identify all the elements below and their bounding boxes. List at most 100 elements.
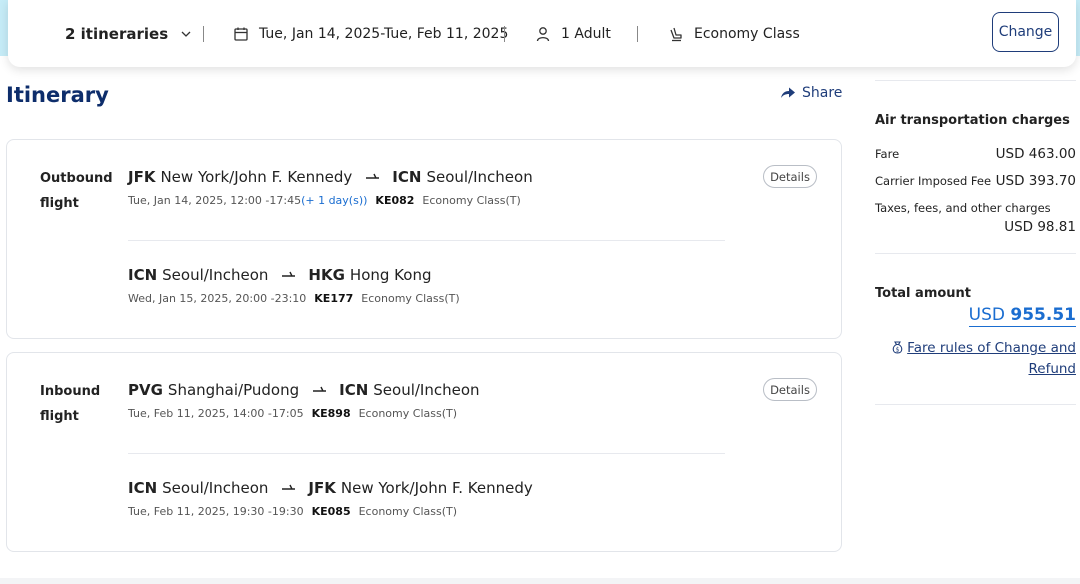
flight-number: KE085 xyxy=(311,505,351,518)
summary-top-divider xyxy=(875,80,1076,81)
search-summary-bar: 2 itineraries Tue, Jan 14, 2025-Tue, Feb… xyxy=(8,0,1076,67)
destination-name: New York/John F. Kennedy xyxy=(340,479,533,497)
destination-code: HKG xyxy=(308,266,345,284)
carrier-fee-value: USD 393.70 xyxy=(995,173,1076,189)
segment-route: ICN Seoul/Incheon JFK New York/John F. K… xyxy=(128,479,728,497)
carrier-fee-row: Carrier Imposed Fee USD 393.70 xyxy=(875,173,1076,189)
change-button[interactable]: Change xyxy=(992,12,1059,52)
inbound-label-line2: flight xyxy=(40,409,79,424)
taxes-row: Taxes, fees, and other charges USD 98.81 xyxy=(875,201,1076,241)
outbound-label-line1: Outbound xyxy=(40,171,113,186)
inbound-details-button[interactable]: Details xyxy=(763,378,817,401)
fare-rules-line2: Refund xyxy=(1028,361,1076,377)
plus-day-note: (+ 1 day(s)) xyxy=(301,194,368,207)
total-currency: USD xyxy=(968,305,1005,325)
origin-code: JFK xyxy=(128,168,156,186)
itineraries-dropdown[interactable]: 2 itineraries xyxy=(65,0,192,67)
segment-divider xyxy=(128,240,725,241)
segment-meta: Tue, Jan 14, 2025, 12:00 -17:45(+ 1 day(… xyxy=(128,194,728,207)
calendar-icon xyxy=(234,27,248,41)
destination-name: Hong Kong xyxy=(349,266,432,284)
carrier-fee-label: Carrier Imposed Fee xyxy=(875,174,992,188)
segment-cabin: Economy Class(T) xyxy=(361,292,460,305)
flight-segment: ICN Seoul/Incheon HKG Hong Kong Wed, Jan… xyxy=(128,266,728,305)
flight-number: KE898 xyxy=(311,407,351,420)
passengers-label: 1 Adult xyxy=(561,25,611,42)
outbound-card: Outbound flight Details JFK New York/Joh… xyxy=(6,139,842,339)
itineraries-label: 2 itineraries xyxy=(65,24,169,43)
inbound-label: Inbound flight xyxy=(40,379,100,429)
segment-route: JFK New York/John F. Kennedy ICN Seoul/I… xyxy=(128,168,728,186)
outbound-label: Outbound flight xyxy=(40,166,113,216)
segment-time: Wed, Jan 15, 2025, 20:00 -23:10 xyxy=(128,292,307,305)
total-amount: USD 955.51 xyxy=(968,305,1076,327)
outbound-details-button[interactable]: Details xyxy=(763,165,817,188)
fare-rules-link[interactable]: $ Fare rules of Change and Refund xyxy=(875,338,1076,380)
segment-time: Tue, Feb 11, 2025, 14:00 -17:05 xyxy=(128,407,304,420)
dates-field[interactable]: Tue, Jan 14, 2025-Tue, Feb 11, 2025 xyxy=(233,0,508,67)
page-title: Itinerary xyxy=(6,83,109,107)
destination-code: ICN xyxy=(392,168,422,186)
dates-label: Tue, Jan 14, 2025-Tue, Feb 11, 2025 xyxy=(259,25,509,42)
origin-name: Seoul/Incheon xyxy=(162,479,269,497)
share-button[interactable]: Share xyxy=(780,85,842,101)
flight-segment: PVG Shanghai/Pudong ICN Seoul/Incheon Tu… xyxy=(128,381,728,420)
origin-name: Shanghai/Pudong xyxy=(167,381,300,399)
flight-number: KE082 xyxy=(375,194,415,207)
chevron-down-icon xyxy=(181,31,191,37)
segment-meta: Wed, Jan 15, 2025, 20:00 -23:10 KE177 Econ… xyxy=(128,292,728,305)
flight-segment: JFK New York/John F. Kennedy ICN Seoul/I… xyxy=(128,168,728,207)
origin-name: Seoul/Incheon xyxy=(162,266,269,284)
destination-code: ICN xyxy=(339,381,369,399)
plane-arrow-icon xyxy=(313,386,327,392)
inbound-card: Inbound flight Details PVG Shanghai/Pudo… xyxy=(6,352,842,552)
cabin-field[interactable]: Economy Class xyxy=(668,0,800,67)
segment-divider xyxy=(128,453,725,454)
summary-divider xyxy=(875,253,1076,254)
total-value: 955.51 xyxy=(1010,305,1076,325)
money-bag-icon: $ xyxy=(892,341,903,354)
segment-meta: Tue, Feb 11, 2025, 19:30 -19:30 KE085 Econ… xyxy=(128,505,728,518)
plane-arrow-icon xyxy=(282,484,296,490)
segment-time: Tue, Jan 14, 2025, 12:00 -17:45 xyxy=(128,194,302,207)
page-footer-band xyxy=(0,578,1080,584)
share-label: Share xyxy=(802,85,843,101)
share-arrow-icon xyxy=(781,87,795,98)
origin-code: PVG xyxy=(128,381,163,399)
segment-meta: Tue, Feb 11, 2025, 14:00 -17:05 KE898 Econ… xyxy=(128,407,728,420)
segment-route: PVG Shanghai/Pudong ICN Seoul/Incheon xyxy=(128,381,728,399)
segment-route: ICN Seoul/Incheon HKG Hong Kong xyxy=(128,266,728,284)
inbound-label-line1: Inbound xyxy=(40,384,101,399)
outbound-label-line2: flight xyxy=(40,196,79,211)
summary-bottom-divider xyxy=(875,404,1076,405)
origin-code: ICN xyxy=(128,266,158,284)
fare-label: Fare xyxy=(875,147,900,161)
taxes-value: USD 98.81 xyxy=(1004,219,1076,235)
fare-row: Fare USD 463.00 xyxy=(875,146,1076,162)
fare-value: USD 463.00 xyxy=(995,146,1076,162)
divider xyxy=(203,26,204,42)
segment-cabin: Economy Class(T) xyxy=(358,407,458,420)
segment-cabin: Economy Class(T) xyxy=(422,194,521,207)
svg-text:$: $ xyxy=(896,346,900,353)
plane-arrow-icon xyxy=(282,271,296,277)
fare-rules-line1: Fare rules of Change and xyxy=(907,340,1076,356)
segment-time: Tue, Feb 11, 2025, 19:30 -19:30 xyxy=(128,505,304,518)
divider xyxy=(637,26,638,42)
segment-cabin: Economy Class(T) xyxy=(358,505,458,518)
passengers-field[interactable]: 1 Adult xyxy=(535,0,611,67)
flight-number: KE177 xyxy=(314,292,354,305)
seat-icon xyxy=(670,27,682,41)
total-label: Total amount xyxy=(875,286,972,301)
charges-heading: Air transportation charges xyxy=(875,113,1070,128)
destination-code: JFK xyxy=(308,479,336,497)
origin-name: New York/John F. Kennedy xyxy=(160,168,353,186)
origin-code: ICN xyxy=(128,479,158,497)
person-icon xyxy=(536,26,550,41)
plane-arrow-icon xyxy=(366,173,380,179)
flight-segment: ICN Seoul/Incheon JFK New York/John F. K… xyxy=(128,479,728,518)
divider xyxy=(504,26,505,42)
cabin-label: Economy Class xyxy=(694,25,800,42)
destination-name: Seoul/Incheon xyxy=(426,168,533,186)
destination-name: Seoul/Incheon xyxy=(373,381,480,399)
